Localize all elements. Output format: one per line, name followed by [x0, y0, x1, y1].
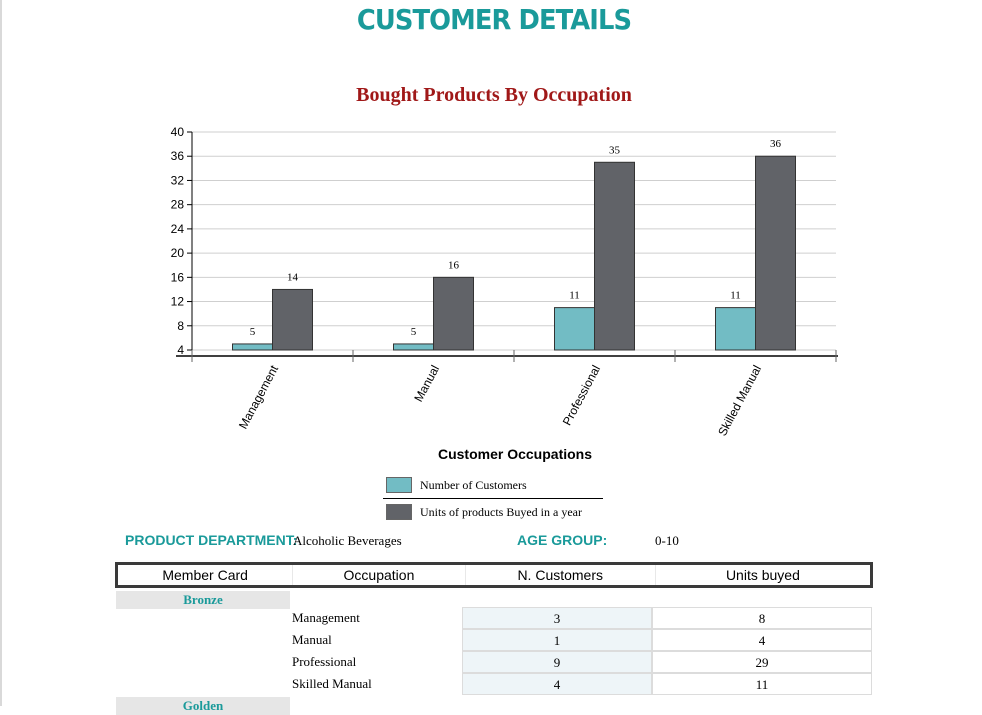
- y-tick-label: 4: [177, 343, 184, 357]
- x-tick-label: Professional: [560, 363, 603, 428]
- cell-customers: 1: [462, 629, 652, 651]
- header-member-card: Member Card: [118, 565, 294, 585]
- table-row: Skilled Manual 4 11: [290, 673, 872, 695]
- cell-occupation: Professional: [292, 654, 357, 669]
- y-tick-label: 32: [171, 173, 185, 187]
- y-tick-label: 12: [171, 295, 185, 309]
- y-tick-label: 24: [171, 222, 185, 236]
- age-group-value: 0-10: [655, 533, 679, 548]
- legend-swatch-customers: [386, 477, 412, 493]
- header-n-customers: N. Customers: [466, 565, 656, 585]
- cell-customers: 3: [462, 607, 652, 629]
- cell-units: 11: [652, 673, 872, 695]
- table-header: Member Card Occupation N. Customers Unit…: [115, 562, 873, 588]
- cell-occupation: Skilled Manual: [292, 676, 372, 691]
- y-tick-label: 36: [171, 149, 185, 163]
- data-label: 36: [770, 138, 782, 150]
- bar-customers: [393, 343, 434, 351]
- y-tick-label: 40: [171, 125, 185, 139]
- legend-item-units: Units of products Buyed in a year: [383, 499, 603, 525]
- bar-chart: 4 8 12 16 20 24 28 32 36 40 5 14 Management 5 16 Manual…: [171, 125, 838, 438]
- table-row: Professional 9 29: [290, 651, 872, 673]
- cell-customers: 4: [462, 673, 652, 695]
- data-label: 11: [730, 290, 741, 302]
- bar-units: [272, 288, 313, 351]
- bar-units: [755, 155, 796, 351]
- table-row: Management 3 8: [290, 607, 872, 629]
- x-tick-label: Skilled Manual: [715, 363, 764, 438]
- cell-customers: 9: [462, 651, 652, 673]
- x-tick-label: Management: [236, 362, 282, 431]
- legend-label-customers: Number of Customers: [420, 477, 527, 492]
- cell-occupation: Manual: [292, 632, 332, 647]
- table-row: Manual 1 4: [290, 629, 872, 651]
- legend-label-units: Units of products Buyed in a year: [420, 504, 582, 519]
- department-label: PRODUCT DEPARTMENT:: [125, 532, 298, 548]
- x-tick-label: Manual: [411, 363, 442, 404]
- bar-customers: [715, 307, 756, 351]
- y-tick-label: 20: [171, 246, 185, 260]
- cell-units: 4: [652, 629, 872, 651]
- header-units-buyed: Units buyed: [725, 567, 800, 583]
- data-label: 5: [250, 326, 256, 338]
- bar-customers: [232, 343, 273, 351]
- age-group-label: AGE GROUP:: [517, 532, 608, 548]
- cell-units: 8: [652, 607, 872, 629]
- filter-summary: PRODUCT DEPARTMENT: Alcoholic Beverages …: [0, 532, 982, 552]
- data-label: 16: [448, 259, 460, 271]
- cell-occupation: Management: [292, 610, 360, 625]
- bar-units: [594, 161, 635, 351]
- legend-swatch-units: [386, 504, 412, 520]
- y-tick-label: 28: [171, 198, 185, 212]
- legend-item-customers: Number of Customers: [383, 472, 603, 499]
- data-label: 5: [411, 326, 417, 338]
- group-label-bronze: Bronze: [116, 591, 290, 609]
- bar-customers: [554, 307, 595, 351]
- data-label: 11: [569, 290, 580, 302]
- cell-units: 29: [652, 651, 872, 673]
- group-label-golden: Golden: [116, 697, 290, 715]
- chart-x-axis-title: Customer Occupations: [437, 446, 593, 462]
- header-occupation: Occupation: [293, 565, 466, 585]
- y-tick-label: 8: [177, 319, 184, 333]
- data-label: 14: [287, 271, 299, 283]
- department-value: Alcoholic Beverages: [293, 533, 402, 548]
- bar-units: [433, 276, 474, 351]
- y-tick-label: 16: [171, 270, 185, 284]
- data-label: 35: [609, 144, 621, 156]
- chart-legend: Number of Customers Units of products Bu…: [383, 472, 603, 525]
